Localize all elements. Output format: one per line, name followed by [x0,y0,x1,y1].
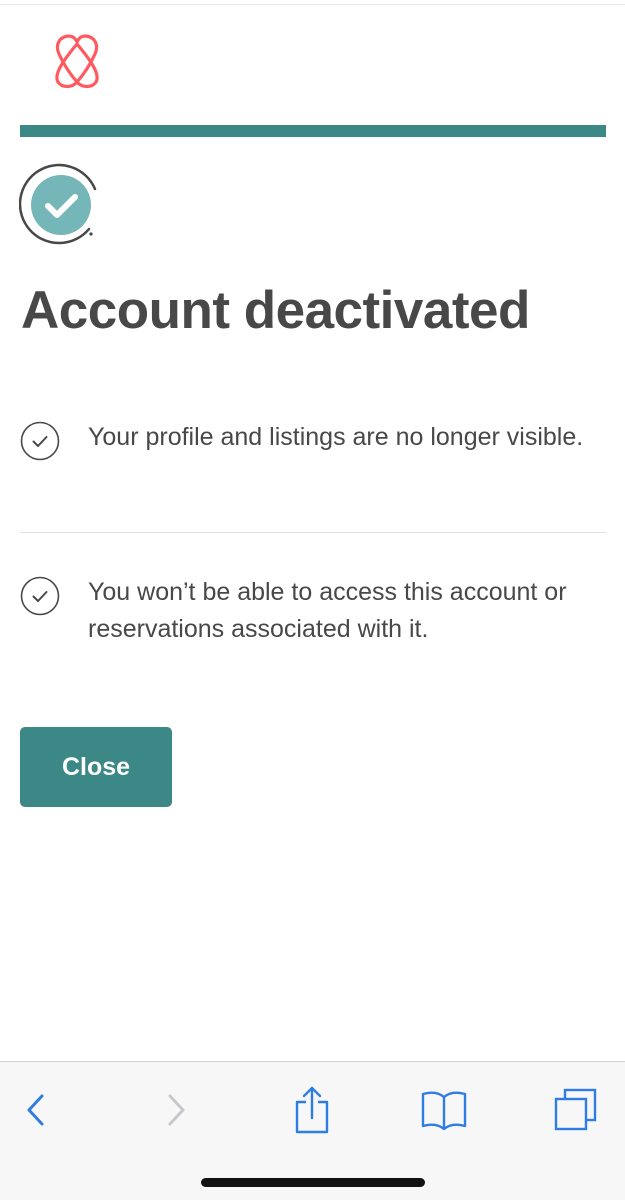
notice-text: You won’t be able to access this account… [88,578,567,643]
progress-bar [20,125,606,137]
top-edge [0,0,625,5]
tabs-icon [554,1088,597,1131]
back-arrow-icon [27,1094,44,1126]
close-button[interactable]: Close [20,727,172,807]
check-outline-icon [20,576,60,616]
page-title: Account deactivated [21,281,530,340]
check-outline-icon [20,421,60,461]
forward-button[interactable] [146,1080,206,1140]
tabs-button[interactable] [546,1080,606,1140]
progress-bar-fill [20,125,606,137]
back-button[interactable] [6,1080,66,1140]
forward-arrow-icon [168,1094,185,1126]
share-button[interactable] [282,1080,342,1140]
divider [20,532,606,533]
page: Account deactivated Your profile and lis… [0,0,625,1200]
notice-text: Your profile and listings are no longer … [88,423,584,451]
share-icon [295,1086,329,1134]
home-indicator[interactable] [201,1178,425,1187]
bookmarks-icon [421,1091,467,1131]
airbnb-logo-icon[interactable] [50,30,104,90]
check-circle-icon [19,163,97,245]
bookmarks-button[interactable] [414,1080,474,1140]
